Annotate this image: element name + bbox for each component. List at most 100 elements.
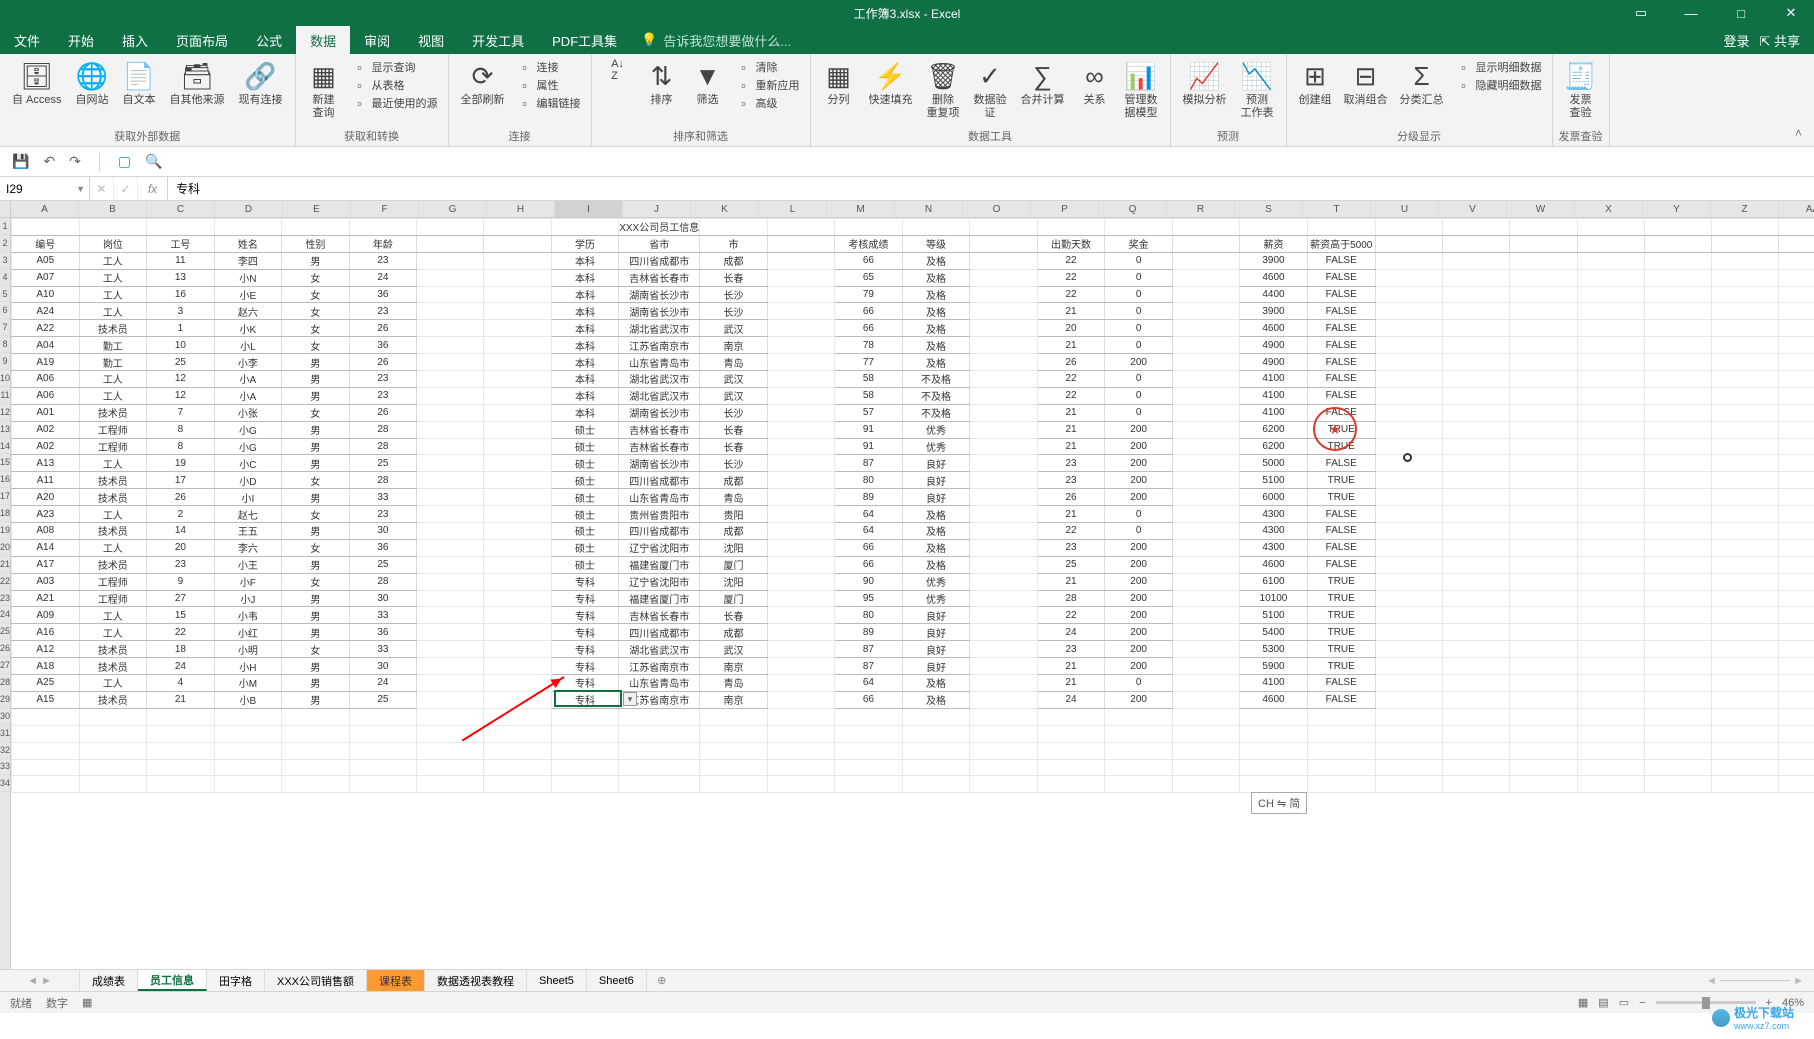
formula-input[interactable]: 专科 (168, 177, 1814, 200)
ribbon-btn[interactable]: ⊞创建组 (1293, 58, 1338, 109)
col-header[interactable]: G (419, 201, 487, 217)
row-header[interactable]: 20 (0, 539, 10, 556)
preview-icon[interactable]: ▢ (118, 153, 131, 170)
row-header[interactable]: 11 (0, 387, 10, 404)
menu-公式[interactable]: 公式 (242, 26, 296, 54)
ribbon-btn[interactable]: 📉预测 工作表 (1235, 58, 1280, 121)
new-query-button[interactable]: ▦新建 查询 (302, 58, 346, 121)
ribbon-btn[interactable]: ✓数据验 证 (968, 58, 1013, 121)
undo-icon[interactable]: ↶ (43, 153, 55, 170)
sort-button[interactable]: ⇅排序 (640, 58, 684, 109)
fx-icon[interactable]: fx (138, 177, 168, 200)
col-header[interactable]: S (1235, 201, 1303, 217)
row-header[interactable]: 23 (0, 590, 10, 607)
dropdown-handle-icon[interactable]: ▾ (623, 692, 637, 706)
col-header[interactable]: M (827, 201, 895, 217)
row-header[interactable]: 19 (0, 522, 10, 539)
col-header[interactable]: F (351, 201, 419, 217)
view-pagebreak-icon[interactable]: ▭ (1619, 996, 1629, 1009)
row-header[interactable]: 14 (0, 438, 10, 455)
col-header[interactable]: E (283, 201, 351, 217)
col-header[interactable]: D (215, 201, 283, 217)
view-layout-icon[interactable]: ▤ (1598, 996, 1608, 1009)
col-header[interactable]: Y (1643, 201, 1711, 217)
row-header[interactable]: 27 (0, 657, 10, 674)
zoom-out-icon[interactable]: − (1639, 997, 1645, 1009)
row-header[interactable]: 16 (0, 471, 10, 488)
menu-插入[interactable]: 插入 (108, 26, 162, 54)
ribbon-small[interactable]: ▫显示查询 (348, 58, 442, 76)
row-header[interactable]: 26 (0, 640, 10, 657)
ribbon-btn[interactable]: 🧾发票 查验 (1559, 58, 1603, 121)
ribbon-btn[interactable]: ∑合并计算 (1015, 58, 1071, 109)
row-header[interactable]: 30 (0, 708, 10, 725)
menu-数据[interactable]: 数据 (296, 26, 350, 54)
row-header[interactable]: 29 (0, 691, 10, 708)
ribbon-btn[interactable]: 🗑删除 重复项 (921, 58, 966, 121)
print-icon[interactable]: 🔍 (145, 153, 162, 170)
col-header[interactable]: W (1507, 201, 1575, 217)
ribbon-btn[interactable]: ⚡快速填充 (863, 58, 919, 109)
horizontal-scrollbar[interactable]: ◄ ───────── ► (677, 970, 1814, 991)
minimize-button[interactable]: — (1668, 0, 1714, 26)
row-header[interactable]: 15 (0, 454, 10, 471)
col-header[interactable]: A (11, 201, 79, 217)
filter-button[interactable]: ▼筛选 (686, 58, 730, 109)
confirm-icon[interactable]: ✓ (114, 177, 138, 200)
ribbon-btn[interactable]: 📊管理数 据模型 (1119, 58, 1164, 121)
menu-页面布局[interactable]: 页面布局 (162, 26, 242, 54)
col-header[interactable]: V (1439, 201, 1507, 217)
collapse-ribbon-icon[interactable]: ˄ (1783, 120, 1814, 146)
col-header[interactable]: P (1031, 201, 1099, 217)
column-headers[interactable]: ABCDEFGHIJKLMNOPQRSTUVWXYZAA (11, 201, 1814, 218)
ribbon-btn[interactable]: ∞关系 (1073, 58, 1117, 109)
col-header[interactable]: AA (1779, 201, 1814, 217)
row-header[interactable]: 31 (0, 725, 10, 742)
row-header[interactable]: 32 (0, 742, 10, 759)
col-header[interactable]: U (1371, 201, 1439, 217)
col-header[interactable]: H (487, 201, 555, 217)
row-header[interactable]: 34 (0, 775, 10, 792)
cells[interactable]: XXX公司员工信息编号岗位工号姓名性别年龄学历省市市考核成绩等级出勤天数奖金薪资… (11, 218, 1814, 793)
row-headers[interactable]: 1234567891011121314151617181920212223242… (0, 201, 11, 969)
save-icon[interactable]: 💾 (12, 153, 29, 170)
sheet-tab[interactable]: XXX公司销售额 (265, 970, 367, 991)
ribbon-btn[interactable]: 🗄自 Access (6, 58, 68, 109)
col-header[interactable]: R (1167, 201, 1235, 217)
macro-record-icon[interactable]: ▦ (82, 996, 92, 1009)
name-box[interactable]: I29▼ (0, 177, 90, 200)
menu-开始[interactable]: 开始 (54, 26, 108, 54)
ribbon-btn[interactable]: 🔗现有连接 (233, 58, 289, 109)
ribbon-btn[interactable]: 📈模拟分析 (1177, 58, 1233, 109)
menu-开发工具[interactable]: 开发工具 (458, 26, 538, 54)
row-header[interactable]: 5 (0, 286, 10, 303)
ribbon-small[interactable]: ▫编辑链接 (513, 94, 585, 112)
menu-审阅[interactable]: 审阅 (350, 26, 404, 54)
row-header[interactable]: 10 (0, 370, 10, 387)
row-header[interactable]: 2 (0, 235, 10, 252)
row-header[interactable]: 33 (0, 759, 10, 776)
share-button[interactable]: ⇱ 共享 (1759, 31, 1800, 50)
ribbon-small[interactable]: ▫高级 (732, 94, 804, 112)
ribbon-small[interactable]: ▫从表格 (348, 76, 442, 94)
col-header[interactable]: J (623, 201, 691, 217)
sheet-tab[interactable]: 数据透视表教程 (425, 970, 527, 991)
col-header[interactable]: T (1303, 201, 1371, 217)
row-header[interactable]: 28 (0, 674, 10, 691)
sheet-tab[interactable]: 田字格 (207, 970, 265, 991)
sheet-tab[interactable]: 课程表 (367, 970, 425, 991)
col-header[interactable]: X (1575, 201, 1643, 217)
col-header[interactable]: N (895, 201, 963, 217)
col-header[interactable]: L (759, 201, 827, 217)
menu-视图[interactable]: 视图 (404, 26, 458, 54)
add-sheet-button[interactable]: ⊕ (647, 970, 677, 991)
sheet-tab[interactable]: 员工信息 (138, 970, 207, 991)
row-header[interactable]: 9 (0, 353, 10, 370)
col-header[interactable]: C (147, 201, 215, 217)
col-header[interactable]: Q (1099, 201, 1167, 217)
col-header[interactable]: B (79, 201, 147, 217)
chevron-down-icon[interactable]: ▼ (76, 184, 85, 194)
row-header[interactable]: 12 (0, 404, 10, 421)
ribbon-small[interactable]: ▫连接 (513, 58, 585, 76)
ribbon-btn[interactable]: 🗃自其他来源 (164, 58, 231, 109)
